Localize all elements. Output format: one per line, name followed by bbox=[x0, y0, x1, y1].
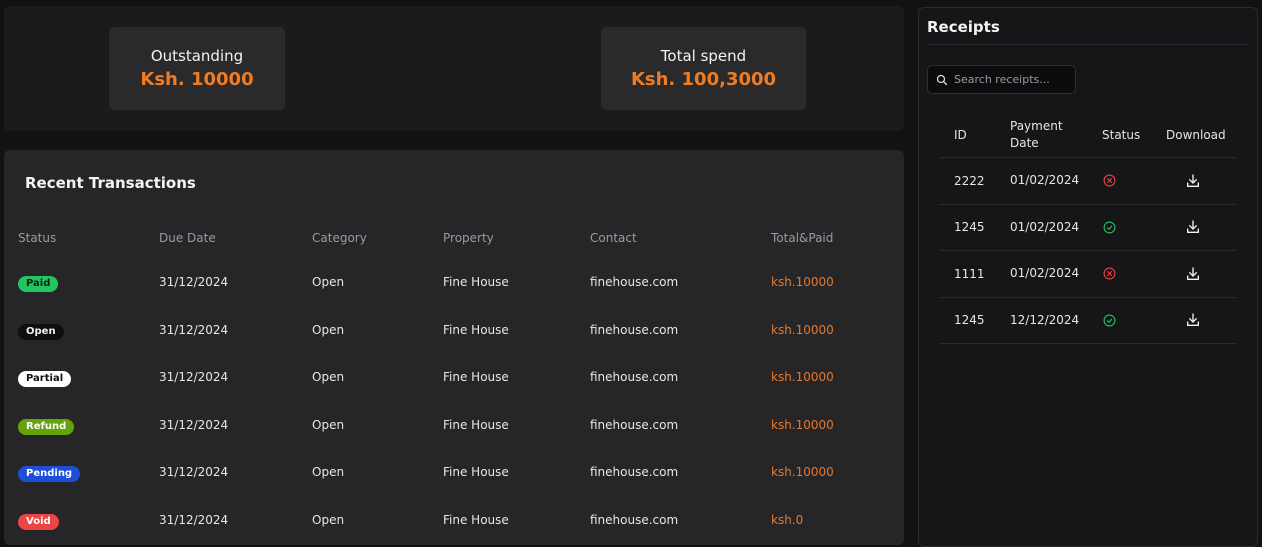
table-row[interactable]: Open 31/12/2024 Open Fine House finehous… bbox=[18, 318, 898, 366]
receipts-panel: Receipts ID Payment Date Status Download… bbox=[918, 7, 1258, 547]
total-paid: ksh.10000 bbox=[771, 275, 834, 289]
column-header-id[interactable]: ID bbox=[954, 113, 967, 157]
recent-transactions-panel: Recent Transactions Status Due Date Cate… bbox=[4, 150, 904, 545]
status-badge: Pending bbox=[18, 466, 81, 482]
download-button[interactable] bbox=[1185, 266, 1201, 282]
receipt-row[interactable]: 1111 01/02/2024 bbox=[939, 251, 1236, 298]
category: Open bbox=[312, 370, 345, 384]
receipt-id: 1245 bbox=[954, 220, 985, 235]
table-row[interactable]: Partial 31/12/2024 Open Fine House fineh… bbox=[18, 365, 898, 413]
summary-panel: Outstanding Ksh. 10000 Total spend Ksh. … bbox=[4, 6, 904, 131]
due-date: 31/12/2024 bbox=[159, 512, 229, 527]
due-date: 31/12/2024 bbox=[159, 417, 229, 432]
outstanding-label: Outstanding bbox=[150, 47, 244, 65]
receipt-row[interactable]: 1245 01/02/2024 bbox=[939, 205, 1236, 251]
column-header-payment-date[interactable]: Payment Date bbox=[1010, 113, 1063, 157]
column-header-payment-date-line2: Date bbox=[1010, 136, 1039, 150]
column-header-total-paid[interactable]: Total&Paid bbox=[771, 226, 833, 250]
download-icon bbox=[1187, 174, 1199, 187]
search-input[interactable] bbox=[954, 73, 1074, 86]
contact: finehouse.com bbox=[590, 417, 679, 432]
payment-date: 01/02/2024 bbox=[1010, 219, 1080, 234]
column-header-download[interactable]: Download bbox=[1166, 113, 1226, 157]
search-icon bbox=[936, 74, 948, 85]
receipts-table: ID Payment Date Status Download 2222 01/… bbox=[939, 113, 1236, 344]
download-icon bbox=[1187, 267, 1199, 280]
contact: finehouse.com bbox=[590, 512, 679, 527]
status-badge: Refund bbox=[18, 418, 75, 435]
total-spend-card: Total spend Ksh. 100,3000 bbox=[601, 27, 806, 110]
receipt-id: 2222 bbox=[954, 173, 985, 188]
property: Fine House bbox=[443, 370, 509, 384]
category: Open bbox=[312, 275, 345, 289]
receipt-row[interactable]: 2222 01/02/2024 bbox=[939, 158, 1236, 205]
column-header-status[interactable]: Status bbox=[18, 226, 56, 250]
contact: finehouse.com bbox=[590, 322, 679, 337]
total-paid: ksh.10000 bbox=[771, 370, 834, 384]
column-header-category[interactable]: Category bbox=[312, 226, 367, 250]
status-badge: Partial bbox=[18, 371, 72, 387]
column-header-property[interactable]: Property bbox=[443, 226, 494, 250]
table-row[interactable]: Paid 31/12/2024 Open Fine House finehous… bbox=[18, 270, 898, 318]
outstanding-card: Outstanding Ksh. 10000 bbox=[109, 27, 285, 110]
due-date: 31/12/2024 bbox=[159, 275, 229, 289]
recent-transactions-title: Recent Transactions bbox=[25, 174, 196, 192]
category: Open bbox=[312, 465, 345, 479]
due-date: 31/12/2024 bbox=[159, 322, 229, 337]
divider bbox=[927, 44, 1249, 45]
receipt-row[interactable]: 1245 12/12/2024 bbox=[939, 298, 1236, 344]
outstanding-value: Ksh. 10000 bbox=[140, 69, 254, 90]
search-box bbox=[927, 65, 1076, 94]
category: Open bbox=[312, 322, 345, 337]
receipts-title: Receipts bbox=[927, 18, 1000, 36]
download-button[interactable] bbox=[1185, 219, 1201, 235]
table-row[interactable]: Void 31/12/2024 Open Fine House finehous… bbox=[18, 508, 898, 546]
total-paid: ksh.0 bbox=[771, 512, 804, 527]
table-row[interactable]: Pending 31/12/2024 Open Fine House fineh… bbox=[18, 460, 898, 508]
check-circle-icon bbox=[1103, 314, 1115, 327]
due-date: 31/12/2024 bbox=[159, 370, 229, 384]
column-header-due-date[interactable]: Due Date bbox=[159, 226, 216, 250]
contact: finehouse.com bbox=[590, 275, 679, 289]
status-badge: Void bbox=[18, 513, 59, 530]
download-button[interactable] bbox=[1185, 173, 1201, 189]
property: Fine House bbox=[443, 275, 509, 289]
x-circle-icon bbox=[1103, 174, 1115, 187]
download-icon bbox=[1187, 313, 1199, 327]
receipts-header-row: ID Payment Date Status Download bbox=[939, 113, 1236, 158]
column-header-payment-date-line1: Payment bbox=[1010, 119, 1063, 133]
property: Fine House bbox=[443, 465, 509, 479]
check-circle-icon bbox=[1103, 221, 1115, 234]
total-paid: ksh.10000 bbox=[771, 465, 834, 479]
receipt-id: 1245 bbox=[954, 313, 985, 328]
category: Open bbox=[312, 417, 345, 432]
property: Fine House bbox=[443, 417, 509, 432]
transactions-header-row: Status Due Date Category Property Contac… bbox=[18, 226, 898, 253]
total-spend-value: Ksh. 100,3000 bbox=[630, 69, 777, 90]
property: Fine House bbox=[443, 322, 509, 337]
contact: finehouse.com bbox=[590, 370, 679, 384]
receipt-id: 1111 bbox=[954, 266, 985, 281]
transactions-table: Status Due Date Category Property Contac… bbox=[18, 226, 898, 545]
total-spend-label: Total spend bbox=[660, 47, 747, 65]
total-paid: ksh.10000 bbox=[771, 322, 834, 337]
table-row[interactable]: Refund 31/12/2024 Open Fine House fineho… bbox=[18, 413, 898, 461]
contact: finehouse.com bbox=[590, 465, 679, 479]
column-header-status[interactable]: Status bbox=[1102, 113, 1140, 157]
download-icon bbox=[1187, 220, 1199, 234]
payment-date: 01/02/2024 bbox=[1010, 266, 1080, 281]
status-badge: Paid bbox=[18, 276, 59, 292]
total-paid: ksh.10000 bbox=[771, 417, 834, 432]
column-header-contact[interactable]: Contact bbox=[590, 226, 637, 250]
payment-date: 01/02/2024 bbox=[1010, 173, 1080, 188]
property: Fine House bbox=[443, 512, 509, 527]
x-circle-icon bbox=[1103, 267, 1115, 280]
status-badge: Open bbox=[18, 323, 64, 340]
download-button[interactable] bbox=[1185, 312, 1201, 328]
category: Open bbox=[312, 512, 345, 527]
payment-date: 12/12/2024 bbox=[1010, 312, 1080, 327]
due-date: 31/12/2024 bbox=[159, 465, 229, 479]
